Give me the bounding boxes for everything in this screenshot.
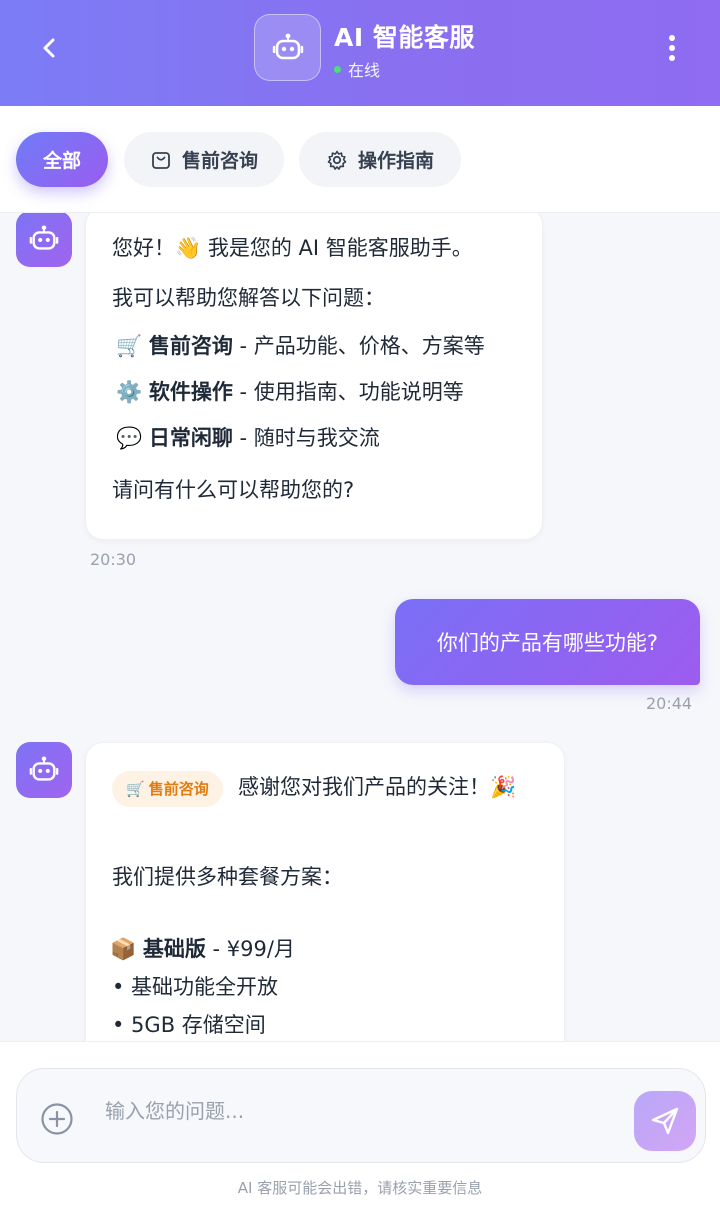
tab-guide-label: 操作指南 [357, 150, 434, 172]
bot-avatar [16, 213, 72, 267]
more-vertical-icon [669, 35, 675, 61]
tab-all[interactable]: 全部 [16, 132, 108, 187]
robot-icon [29, 225, 59, 250]
ai-disclaimer: AI 客服可能会出错，请核实重要信息 [237, 1179, 483, 1197]
gear-icon [327, 150, 347, 170]
list-item-title: 软件操作 [148, 380, 233, 404]
list-item: • 基础功能全开放 [112, 975, 279, 999]
chat-app: AI 智能客服 在线 全部 售前咨询 操作指南 您好！👋 我是您的 AI 智能客… [0, 0, 720, 1209]
list-item-desc: - 随时与我交流 [232, 426, 380, 450]
user-message-text: 你们的产品有哪些功能? [436, 631, 659, 655]
user-message: 你们的产品有哪些功能? [395, 599, 700, 685]
online-status-label: 在线 [348, 61, 381, 80]
plan-name: 基础版 [142, 937, 206, 961]
cart-icon: 🛒 [126, 780, 145, 798]
plan-heading: 📦 基础版 - ¥99/月 [110, 937, 295, 962]
message-timestamp: 20:44 [646, 694, 693, 713]
speech-bubble-icon: 💬 [116, 426, 143, 450]
message-composer [16, 1068, 706, 1163]
more-button[interactable] [656, 28, 688, 68]
back-button[interactable] [28, 28, 72, 68]
list-item: • 5GB 存储空间 [112, 1013, 266, 1037]
cart-icon: 🛒 [116, 334, 143, 358]
robot-icon [272, 33, 303, 59]
send-button[interactable] [634, 1091, 696, 1151]
category-tabs: 全部 售前咨询 操作指南 [0, 106, 720, 213]
robot-icon [29, 756, 59, 781]
plans-intro: 我们提供多种套餐方案： [112, 865, 343, 889]
shopping-bag-icon [152, 151, 170, 169]
package-icon: 📦 [110, 937, 137, 961]
tab-guide[interactable]: 操作指南 [299, 132, 461, 187]
presale-tag-label: 售前咨询 [148, 780, 209, 798]
presale-tag-badge: 🛒 售前咨询 [112, 771, 223, 807]
message-timestamp: 20:30 [90, 550, 137, 569]
plan-price: - ¥99/月 [205, 937, 295, 961]
list-item-title: 售前咨询 [148, 334, 233, 358]
list-item: ⚙️ 软件操作 - 使用指南、功能说明等 [116, 380, 464, 405]
header-bar: AI 智能客服 在线 [0, 0, 720, 106]
list-item-desc: - 产品功能、价格、方案等 [232, 334, 485, 358]
chevron-left-icon [43, 38, 55, 58]
bot-avatar [16, 742, 72, 798]
send-icon [651, 1107, 679, 1135]
gear-emoji-icon: ⚙️ [116, 380, 143, 404]
list-item-title: 日常闲聊 [148, 426, 233, 450]
welcome-closing: 请问有什么可以帮助您的? [112, 478, 355, 502]
header-title: AI 智能客服 [334, 23, 475, 52]
header-bot-avatar [254, 14, 321, 81]
online-dot-icon [334, 65, 341, 73]
list-item-desc: - 使用指南、功能说明等 [232, 380, 464, 404]
presale-thanks: 感谢您对我们产品的关注！🎉 [238, 775, 517, 799]
bot-message-presale: 🛒 售前咨询 感谢您对我们产品的关注！🎉 我们提供多种套餐方案： 📦 基础版 -… [85, 742, 565, 1041]
message-input[interactable] [105, 1091, 605, 1131]
welcome-intro: 我可以帮助您解答以下问题： [112, 286, 385, 310]
online-status: 在线 [334, 57, 380, 81]
bot-message-welcome: 您好！👋 我是您的 AI 智能客服助手。 我可以帮助您解答以下问题： 🛒 售前咨… [85, 213, 543, 540]
list-item: 💬 日常闲聊 - 随时与我交流 [116, 426, 380, 451]
plus-circle-icon [41, 1103, 73, 1135]
tab-all-label: 全部 [42, 150, 81, 172]
chat-messages[interactable]: 您好！👋 我是您的 AI 智能客服助手。 我可以帮助您解答以下问题： 🛒 售前咨… [0, 213, 720, 1041]
tab-presale-label: 售前咨询 [181, 150, 258, 172]
welcome-greeting: 您好！👋 我是您的 AI 智能客服助手。 [112, 236, 473, 260]
input-bar: AI 客服可能会出错，请核实重要信息 [0, 1041, 720, 1209]
tab-presale[interactable]: 售前咨询 [124, 132, 284, 187]
list-item: 🛒 售前咨询 - 产品功能、价格、方案等 [116, 334, 485, 359]
add-attachment-button[interactable] [39, 1101, 75, 1137]
